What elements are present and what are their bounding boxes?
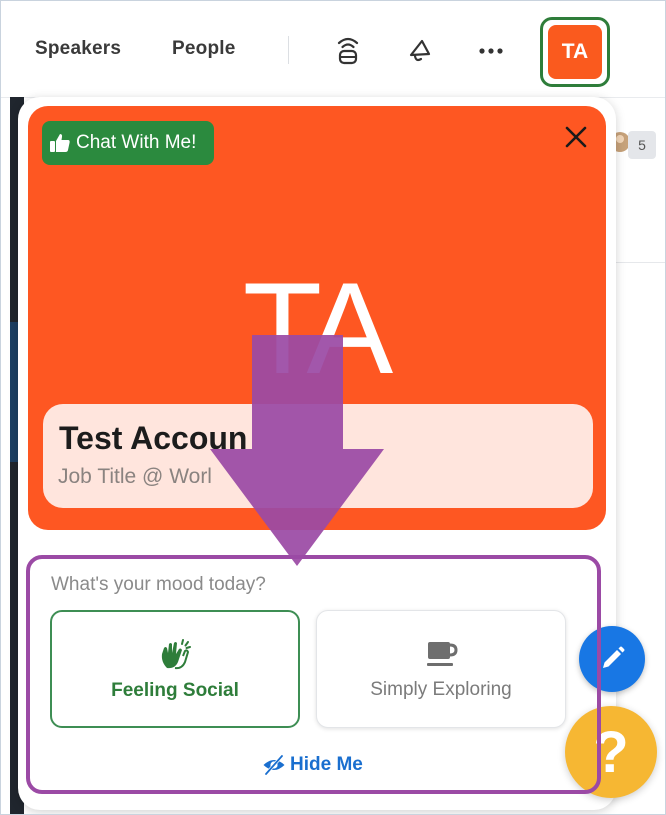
- background-divider: [610, 262, 666, 263]
- attendee-count-badge: 5: [628, 131, 656, 159]
- cast-icon[interactable]: [333, 34, 363, 68]
- profile-initials: TA: [242, 255, 393, 401]
- chat-with-me-badge[interactable]: Chat With Me!: [42, 121, 214, 165]
- nav-people[interactable]: People: [172, 38, 236, 60]
- mood-option-simply-exploring[interactable]: Simply Exploring: [316, 610, 566, 728]
- megaphone-icon[interactable]: [405, 34, 435, 68]
- user-avatar-button[interactable]: TA: [540, 17, 610, 87]
- nav-divider: [288, 36, 289, 64]
- hide-me-label: Hide Me: [290, 754, 363, 775]
- close-icon: [565, 126, 587, 148]
- thumbs-up-icon: [50, 134, 70, 152]
- pencil-icon: [603, 646, 625, 668]
- mood-label-feeling-social: Feeling Social: [111, 680, 239, 701]
- profile-job-title: Job Title @ Worl: [58, 465, 212, 488]
- clapping-hands-icon: [161, 639, 191, 670]
- hide-me-link[interactable]: Hide Me: [262, 751, 363, 779]
- close-button[interactable]: [557, 118, 595, 156]
- coffee-cup-icon: [427, 642, 458, 666]
- mood-label-simply-exploring: Simply Exploring: [370, 679, 512, 700]
- edit-profile-button[interactable]: [579, 626, 645, 692]
- eye-slash-icon: [263, 755, 285, 775]
- mood-option-feeling-social[interactable]: Feeling Social: [50, 610, 300, 728]
- avatar-initials: TA: [548, 25, 602, 79]
- more-icon[interactable]: [476, 34, 506, 68]
- chat-badge-label: Chat With Me!: [76, 132, 197, 153]
- profile-name: Test Accoun: [59, 420, 248, 456]
- mood-question: What's your mood today?: [51, 574, 266, 595]
- top-bar: Speakers People TA: [0, 0, 666, 98]
- nav-speakers[interactable]: Speakers: [35, 38, 121, 60]
- help-button[interactable]: ?: [565, 706, 657, 798]
